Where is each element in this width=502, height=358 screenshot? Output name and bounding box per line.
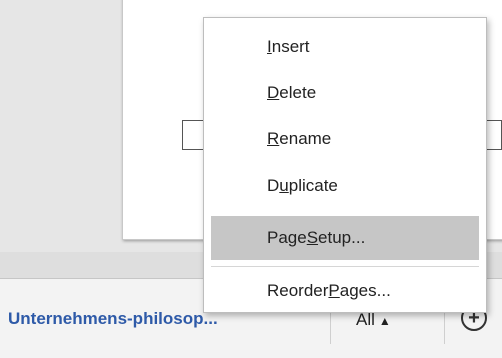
page-tab[interactable]: Unternehmens-philosop... <box>8 309 218 329</box>
page-context-menu: Insert Delete Rename Du plicate Page Setu… <box>203 17 487 313</box>
menu-item-page-setup[interactable]: Page Setup... <box>211 216 479 260</box>
menu-item-reorder-pages[interactable]: Reorder Pages... <box>204 269 486 313</box>
menu-item-duplicate[interactable]: Du plicate <box>204 164 486 208</box>
all-pages-button[interactable]: All ▲ <box>356 310 391 330</box>
menu-item-rename[interactable]: Rename <box>204 117 486 161</box>
menu-item-insert[interactable]: Insert <box>204 25 486 69</box>
left-resize-handle[interactable] <box>182 120 204 150</box>
menu-item-delete[interactable]: Delete <box>204 71 486 115</box>
triangle-up-icon: ▲ <box>378 314 391 328</box>
menu-separator <box>211 266 479 267</box>
